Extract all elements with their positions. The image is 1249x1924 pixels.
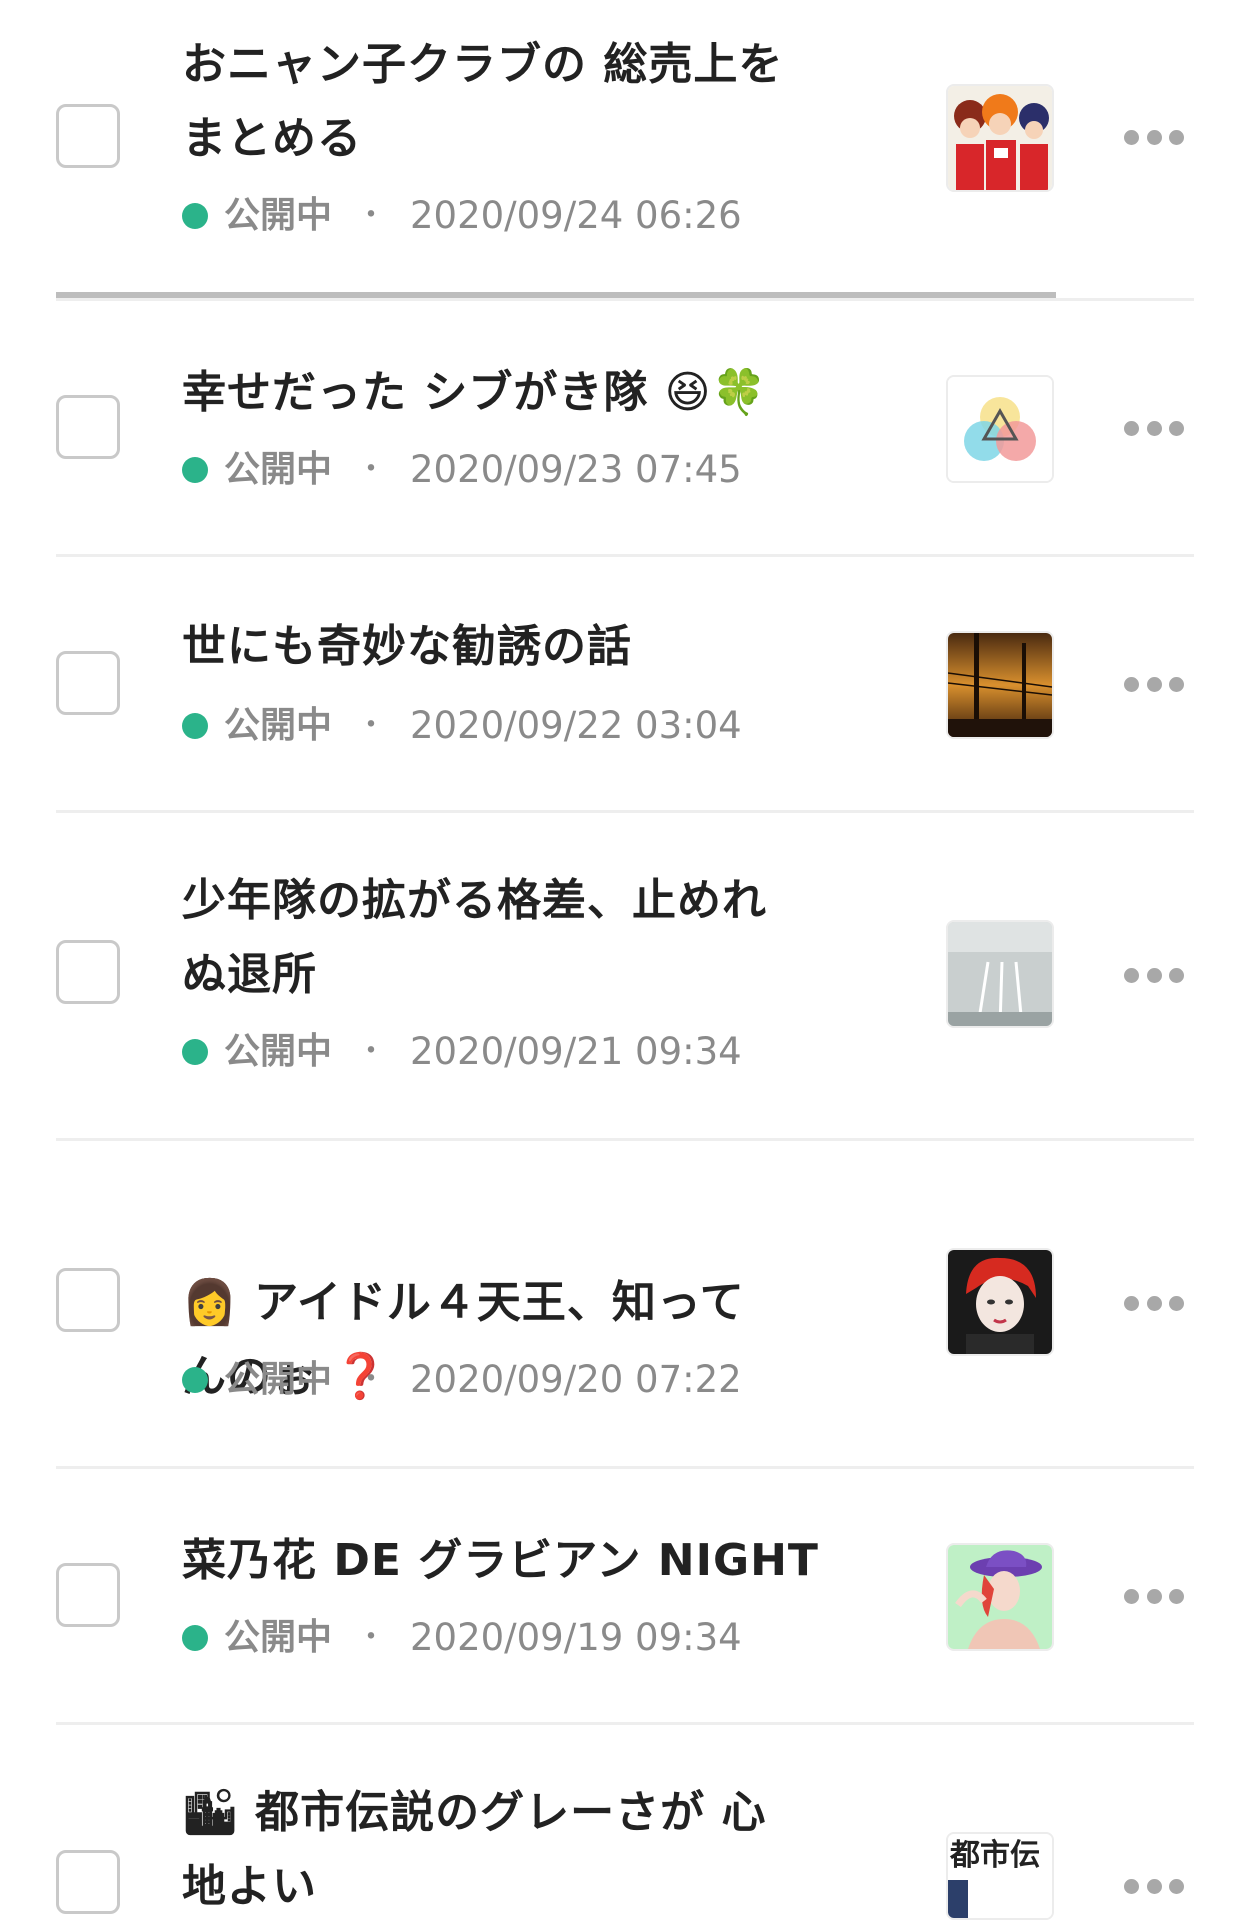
article-thumbnail[interactable] <box>946 631 1054 739</box>
article-title[interactable]: 幸せだった シブがき隊 😆🍀 <box>182 356 872 430</box>
thumbnail-caption: 都市伝 <box>950 1838 1040 1873</box>
select-checkbox[interactable] <box>56 104 120 168</box>
article-thumbnail[interactable] <box>946 84 1054 192</box>
article-meta: 公開中 ・ 2020/09/19 09:34 <box>182 1618 742 1658</box>
article-title[interactable]: 世にも奇妙な勧誘の話 <box>182 610 872 684</box>
article-thumbnail[interactable] <box>946 375 1054 483</box>
divider <box>56 1722 1194 1725</box>
more-options-icon[interactable] <box>1124 676 1184 692</box>
article-title[interactable]: おニャン子クラブの 総売上を まとめる <box>182 28 872 176</box>
select-checkbox[interactable] <box>56 1268 120 1332</box>
divider <box>56 1466 1194 1469</box>
published-date: 2020/09/21 09:34 <box>410 1030 742 1073</box>
status-dot <box>182 1367 208 1393</box>
article-thumbnail[interactable] <box>946 920 1054 1028</box>
published-date: 2020/09/24 06:26 <box>410 194 742 237</box>
published-date: 2020/09/20 07:22 <box>410 1358 742 1401</box>
scroll-indicator <box>56 292 1056 298</box>
separator: ・ <box>356 708 387 743</box>
status-dot <box>182 203 208 229</box>
divider <box>56 810 1194 813</box>
select-checkbox[interactable] <box>56 395 120 459</box>
article-thumbnail[interactable] <box>946 1248 1054 1356</box>
more-options-icon[interactable] <box>1124 1295 1184 1311</box>
status-label: 公開中 <box>224 1359 333 1400</box>
more-options-icon[interactable] <box>1124 420 1184 436</box>
separator: ・ <box>356 198 387 233</box>
article-meta: 公開中 ・ 2020/09/20 07:22 <box>182 1360 742 1400</box>
published-date: 2020/09/23 07:45 <box>410 448 742 491</box>
separator: ・ <box>356 1362 387 1397</box>
select-checkbox[interactable] <box>56 651 120 715</box>
article-title[interactable]: 🏙 都市伝説のグレーさが 心 地よい <box>182 1776 872 1924</box>
article-title[interactable]: 少年隊の拡がる格差、止めれ ぬ退所 <box>182 864 872 1012</box>
divider <box>56 298 1194 301</box>
published-date: 2020/09/19 09:34 <box>410 1616 742 1659</box>
separator: ・ <box>356 1034 387 1069</box>
status-dot <box>182 1039 208 1065</box>
published-date: 2020/09/22 03:04 <box>410 704 742 747</box>
article-thumbnail[interactable] <box>946 1543 1054 1651</box>
more-options-icon[interactable] <box>1124 1878 1184 1894</box>
status-label: 公開中 <box>224 195 333 236</box>
select-checkbox[interactable] <box>56 1563 120 1627</box>
separator: ・ <box>356 1620 387 1655</box>
select-checkbox[interactable] <box>56 1850 120 1914</box>
more-options-icon[interactable] <box>1124 129 1184 145</box>
divider <box>56 554 1194 557</box>
article-thumbnail[interactable]: 都市伝 <box>946 1832 1054 1920</box>
divider <box>56 1138 1194 1141</box>
article-meta: 公開中 ・ 2020/09/24 06:26 <box>182 196 742 236</box>
more-options-icon[interactable] <box>1124 967 1184 983</box>
separator: ・ <box>356 452 387 487</box>
status-label: 公開中 <box>224 1617 333 1658</box>
article-meta: 公開中 ・ 2020/09/21 09:34 <box>182 1032 742 1072</box>
status-label: 公開中 <box>224 449 333 490</box>
select-checkbox[interactable] <box>56 940 120 1004</box>
article-list: おニャン子クラブの 総売上を まとめる 公開中 ・ 2020/09/24 06:… <box>0 0 1249 1920</box>
more-options-icon[interactable] <box>1124 1588 1184 1604</box>
status-dot <box>182 713 208 739</box>
status-label: 公開中 <box>224 1031 333 1072</box>
article-meta: 公開中 ・ 2020/09/23 07:45 <box>182 450 742 490</box>
status-label: 公開中 <box>224 705 333 746</box>
status-dot <box>182 457 208 483</box>
article-meta: 公開中 ・ 2020/09/22 03:04 <box>182 706 742 746</box>
status-dot <box>182 1625 208 1651</box>
article-title[interactable]: 菜乃花 DE グラビアン NIGHT <box>182 1524 872 1598</box>
